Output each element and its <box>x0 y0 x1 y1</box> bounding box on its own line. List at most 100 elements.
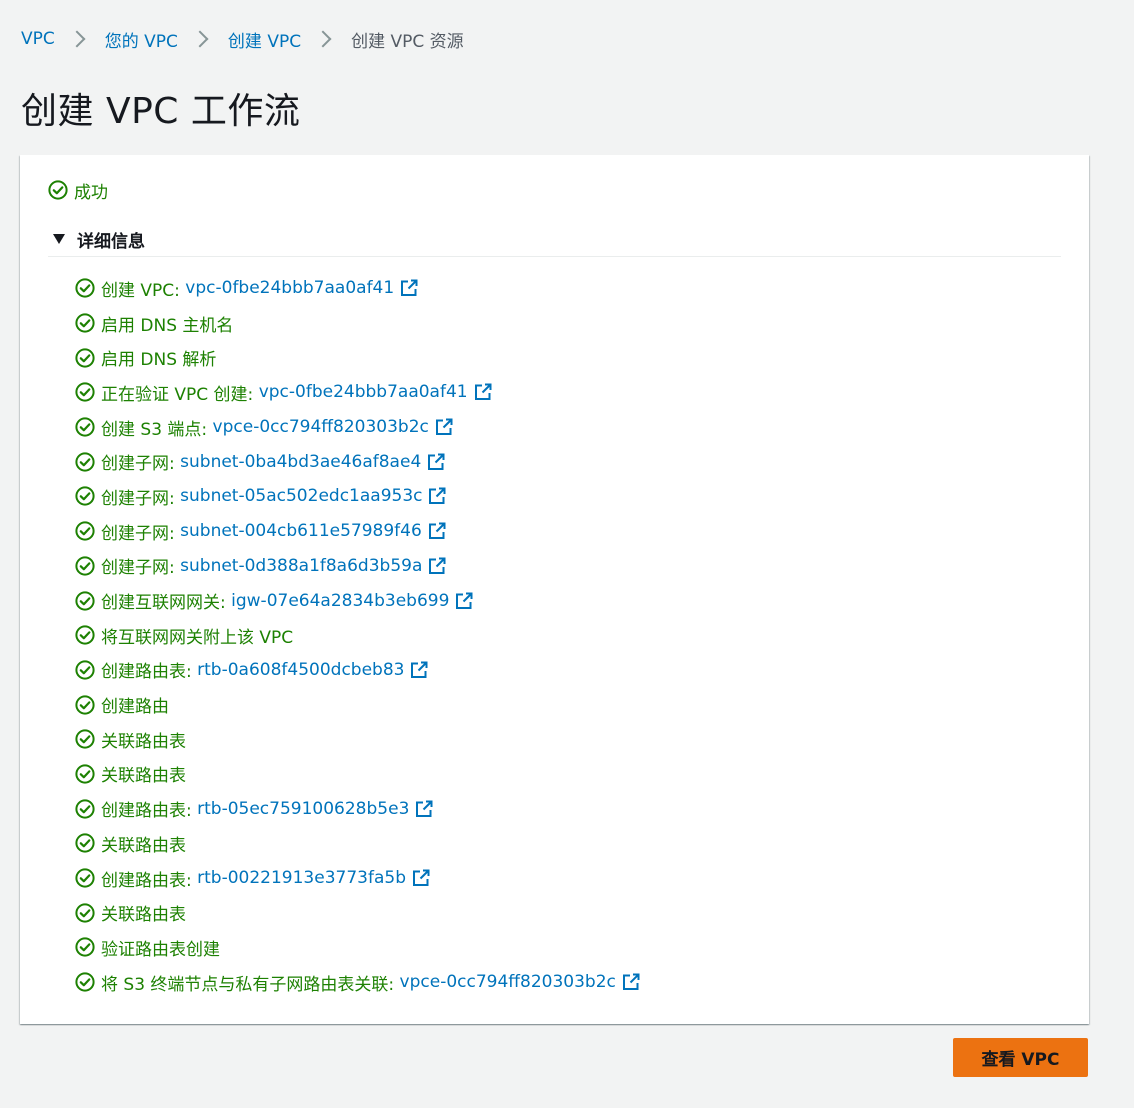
check-circle-icon <box>48 180 68 200</box>
external-link-icon[interactable] <box>427 521 447 541</box>
check-circle-icon <box>75 625 95 645</box>
step-text: 创建 S3 端点: <box>101 419 213 440</box>
step-item: 正在验证 VPC 创建: vpc-0fbe24bbb7aa0af41 <box>75 375 641 410</box>
resource-link[interactable]: rtb-00221913e3773fa5b <box>197 868 406 888</box>
breadcrumb: VPC 您的 VPC 创建 VPC 创建 VPC 资源 <box>21 26 464 52</box>
step-text: 关联路由表 <box>101 731 186 752</box>
check-circle-icon <box>75 868 95 888</box>
check-circle-icon <box>75 348 95 368</box>
step-item: 创建 S3 端点: vpce-0cc794ff820303b2c <box>75 410 641 445</box>
status-label: 成功 <box>74 182 108 203</box>
step-text: 启用 DNS 主机名 <box>101 315 234 336</box>
step-item: 创建子网: subnet-0ba4bd3ae46af8ae4 <box>75 444 641 479</box>
resource-link[interactable]: subnet-004cb611e57989f46 <box>180 521 422 541</box>
step-item: 创建子网: subnet-05ac502edc1aa953c <box>75 479 641 514</box>
step-text: 创建子网: <box>101 558 181 579</box>
check-circle-icon <box>75 278 95 298</box>
step-text: 创建互联网网关: <box>101 593 232 614</box>
resource-link[interactable]: vpc-0fbe24bbb7aa0af41 <box>259 382 468 402</box>
step-text: 正在验证 VPC 创建: <box>101 384 259 405</box>
step-item: 关联路由表 <box>75 826 641 861</box>
step-item: 将 S3 终端节点与私有子网路由表关联: vpce-0cc794ff820303… <box>75 965 641 1000</box>
step-item: 创建路由表: rtb-05ec759100628b5e3 <box>75 791 641 826</box>
caret-down-icon <box>53 234 65 244</box>
step-item: 创建子网: subnet-0d388a1f8a6d3b59a <box>75 549 641 584</box>
check-circle-icon <box>75 521 95 541</box>
external-link-icon[interactable] <box>409 660 429 680</box>
resource-link[interactable]: rtb-0a608f4500dcbeb83 <box>197 660 404 680</box>
breadcrumb-your-vpcs[interactable]: 您的 VPC <box>105 27 178 52</box>
check-circle-icon <box>75 764 95 784</box>
resource-link[interactable]: subnet-05ac502edc1aa953c <box>180 486 422 506</box>
external-link-icon[interactable] <box>473 382 493 402</box>
step-item: 启用 DNS 主机名 <box>75 306 641 341</box>
step-list: 创建 VPC: vpc-0fbe24bbb7aa0af41 启用 DNS 主机名启… <box>75 271 641 999</box>
step-item: 创建路由 <box>75 687 641 722</box>
step-item: 启用 DNS 解析 <box>75 340 641 375</box>
check-circle-icon <box>75 556 95 576</box>
resource-link[interactable]: igw-07e64a2834b3eb699 <box>231 591 449 611</box>
step-text: 创建路由表: <box>101 870 198 891</box>
step-item: 关联路由表 <box>75 722 641 757</box>
step-text: 创建子网: <box>101 523 181 544</box>
step-item: 创建 VPC: vpc-0fbe24bbb7aa0af41 <box>75 271 641 306</box>
resource-link[interactable]: subnet-0ba4bd3ae46af8ae4 <box>180 452 421 472</box>
step-item: 创建路由表: rtb-00221913e3773fa5b <box>75 861 641 896</box>
details-expander[interactable]: 详细信息 <box>53 228 145 252</box>
external-link-icon[interactable] <box>427 556 447 576</box>
resource-link[interactable]: subnet-0d388a1f8a6d3b59a <box>180 556 422 576</box>
external-link-icon[interactable] <box>411 868 431 888</box>
step-text: 验证路由表创建 <box>101 939 220 960</box>
check-circle-icon <box>75 660 95 680</box>
external-link-icon[interactable] <box>621 972 641 992</box>
step-item: 验证路由表创建 <box>75 930 641 965</box>
resource-link[interactable]: vpce-0cc794ff820303b2c <box>400 972 616 992</box>
check-circle-icon <box>75 694 95 715</box>
step-text: 关联路由表 <box>101 905 186 926</box>
step-text: 将互联网网关附上该 VPC <box>101 627 294 648</box>
check-circle-icon <box>75 833 95 853</box>
resource-link[interactable]: vpce-0cc794ff820303b2c <box>213 417 429 437</box>
breadcrumb-current: 创建 VPC 资源 <box>351 31 464 52</box>
external-link-icon[interactable] <box>414 799 434 819</box>
check-circle-icon <box>75 729 95 749</box>
workflow-panel: 成功 详细信息 创建 VPC: vpc-0fbe24bbb7aa0af41 启用 … <box>20 155 1089 1024</box>
resource-link[interactable]: vpc-0fbe24bbb7aa0af41 <box>185 278 394 298</box>
step-text: 创建子网: <box>101 488 181 509</box>
check-circle-icon <box>75 972 95 992</box>
breadcrumb-vpc[interactable]: VPC <box>21 29 55 49</box>
resource-link[interactable]: rtb-05ec759100628b5e3 <box>197 799 409 819</box>
external-link-icon[interactable] <box>426 452 446 472</box>
check-circle-icon <box>75 903 95 923</box>
step-text: 将 S3 终端节点与私有子网路由表关联: <box>101 974 400 995</box>
check-circle-icon <box>75 382 95 403</box>
step-text: 创建 VPC: <box>101 280 186 301</box>
details-label: 详细信息 <box>77 231 145 252</box>
step-text: 关联路由表 <box>101 766 186 787</box>
step-text: 创建路由表: <box>101 662 198 683</box>
check-circle-icon <box>75 313 95 333</box>
status-success: 成功 <box>48 179 108 203</box>
external-link-icon[interactable] <box>399 278 419 298</box>
check-circle-icon <box>75 452 95 472</box>
check-circle-icon <box>75 417 95 437</box>
step-item: 创建路由表: rtb-0a608f4500dcbeb83 <box>75 653 641 688</box>
step-item: 将互联网网关附上该 VPC <box>75 618 641 653</box>
breadcrumb-create-vpc[interactable]: 创建 VPC <box>228 27 301 52</box>
check-circle-icon <box>75 937 95 958</box>
page-title: 创建 VPC 工作流 <box>21 91 301 132</box>
step-item: 创建互联网网关: igw-07e64a2834b3eb699 <box>75 583 641 618</box>
step-item: 关联路由表 <box>75 757 641 792</box>
step-item: 创建子网: subnet-004cb611e57989f46 <box>75 514 641 549</box>
divider <box>48 256 1061 257</box>
external-link-icon[interactable] <box>434 417 454 437</box>
chevron-right-icon <box>191 30 209 48</box>
step-text: 创建子网: <box>101 454 181 475</box>
external-link-icon[interactable] <box>427 486 447 506</box>
step-text: 创建路由 <box>101 697 169 718</box>
view-vpc-button[interactable]: 查看 VPC <box>953 1038 1088 1077</box>
external-link-icon[interactable] <box>454 591 474 611</box>
chevron-right-icon <box>314 30 332 48</box>
check-circle-icon <box>75 590 95 611</box>
chevron-right-icon <box>68 30 86 48</box>
